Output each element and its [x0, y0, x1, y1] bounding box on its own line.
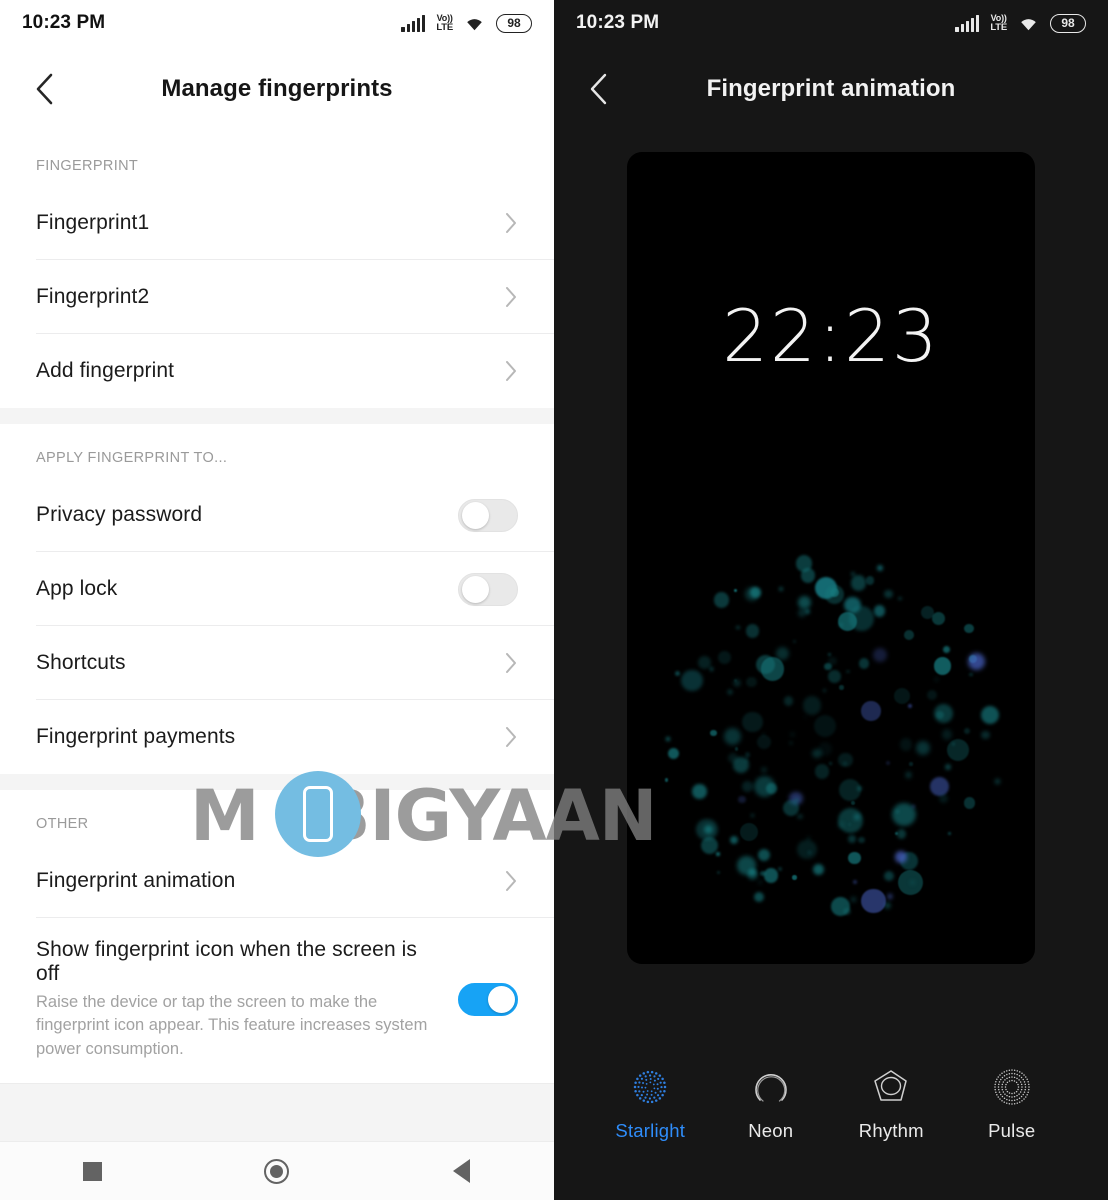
- lockscreen-preview-card: 22:23: [627, 152, 1035, 964]
- show-fingerprint-icon-toggle[interactable]: [458, 983, 518, 1017]
- list-item-label: Add fingerprint: [36, 359, 175, 382]
- page-title: Fingerprint animation: [706, 75, 956, 102]
- rhythm-polygon-icon: [868, 1064, 914, 1110]
- list-item-shortcuts[interactable]: Shortcuts: [0, 626, 554, 700]
- volte-icon: Vo)) LTE: [990, 13, 1007, 33]
- animation-preview-area: 22:23: [554, 132, 1108, 1050]
- status-bar-time: 10:23 PM: [576, 12, 660, 33]
- starlight-dots-icon: [627, 1064, 673, 1110]
- privacy-password-toggle[interactable]: [458, 498, 518, 532]
- back-button[interactable]: [369, 1159, 554, 1183]
- status-bar-icons: Vo)) LTE 98: [401, 13, 532, 33]
- list-bottom-spacer: [0, 1083, 554, 1142]
- section-header: OTHER: [36, 816, 89, 832]
- page-title: Manage fingerprints: [161, 75, 393, 102]
- square-recents-icon: [82, 1161, 102, 1181]
- animation-option-starlight[interactable]: Starlight: [598, 1064, 702, 1142]
- volte-bottom-label: LTE: [436, 22, 453, 33]
- list-item-label: Privacy password: [36, 503, 203, 526]
- animation-option-label: Pulse: [988, 1120, 1036, 1141]
- app-bar-left: Manage fingerprints: [0, 46, 554, 132]
- neon-arc-icon: [748, 1064, 794, 1110]
- manage-fingerprints-screen: 10:23 PM Vo)) LTE 98 Manage fingerprints…: [0, 0, 554, 1200]
- battery-indicator: 98: [496, 13, 532, 33]
- pulse-rings-icon: [989, 1064, 1035, 1110]
- animation-option-pulse[interactable]: Pulse: [960, 1064, 1064, 1142]
- wifi-icon: [464, 15, 485, 31]
- section-divider: [0, 774, 554, 790]
- list-item-app-lock[interactable]: App lock: [0, 552, 554, 626]
- triangle-back-icon: [453, 1159, 471, 1183]
- wifi-icon: [1018, 15, 1039, 31]
- status-bar-icons: Vo)) LTE 98: [955, 13, 1086, 33]
- animation-option-rhythm[interactable]: Rhythm: [839, 1064, 943, 1142]
- chevron-right-icon: [504, 359, 518, 383]
- status-bar-left: 10:23 PM Vo)) LTE 98: [0, 0, 554, 46]
- status-bar-right: 10:23 PM Vo)) LTE 98: [554, 0, 1108, 46]
- animation-option-label: Starlight: [615, 1120, 686, 1141]
- app-lock-toggle[interactable]: [458, 572, 518, 606]
- status-bar-time: 10:23 PM: [22, 12, 106, 33]
- chevron-right-icon: [504, 725, 518, 749]
- section-divider: [0, 408, 554, 424]
- home-button[interactable]: [185, 1158, 370, 1184]
- volte-bottom-label: LTE: [990, 22, 1007, 33]
- starlight-particles-animation: [627, 152, 1035, 964]
- chevron-right-icon: [504, 285, 518, 309]
- animation-options-row: Starlight Neon Rhythm Pulse: [554, 1050, 1108, 1200]
- signal-bars-icon: [401, 14, 426, 32]
- app-bar-right: Fingerprint animation: [554, 46, 1108, 132]
- settings-list[interactable]: FINGERPRINT Fingerprint1 Fingerprint2 Ad…: [0, 132, 554, 1142]
- list-item-fingerprint-animation[interactable]: Fingerprint animation: [0, 844, 554, 918]
- volte-icon: Vo)) LTE: [436, 13, 453, 33]
- list-item-label: Fingerprint payments: [36, 725, 236, 748]
- list-item-privacy-password[interactable]: Privacy password: [0, 478, 554, 552]
- list-item-label: Shortcuts: [36, 651, 126, 674]
- recents-button[interactable]: [0, 1161, 185, 1181]
- back-chevron-icon[interactable]: [30, 73, 60, 105]
- android-nav-bar: [0, 1142, 554, 1200]
- list-item-fingerprint1[interactable]: Fingerprint1: [0, 186, 554, 260]
- chevron-right-icon: [504, 651, 518, 675]
- animation-option-label: Rhythm: [858, 1120, 924, 1141]
- back-chevron-icon[interactable]: [584, 73, 614, 105]
- list-item-description: Raise the device or tap the screen to ma…: [36, 993, 428, 1058]
- chevron-right-icon: [504, 211, 518, 235]
- fingerprint-animation-screen: 10:23 PM Vo)) LTE 98 Fingerprint animati…: [554, 0, 1108, 1200]
- list-item-label: Fingerprint2: [36, 285, 150, 308]
- section-header: FINGERPRINT: [36, 158, 139, 174]
- list-item-label: Fingerprint animation: [36, 869, 236, 892]
- animation-option-neon[interactable]: Neon: [719, 1064, 823, 1142]
- list-item-add-fingerprint[interactable]: Add fingerprint: [0, 334, 554, 408]
- signal-bars-icon: [955, 14, 980, 32]
- list-item-show-fingerprint-icon[interactable]: Show fingerprint icon when the screen is…: [0, 918, 554, 1084]
- list-item-label: App lock: [36, 577, 118, 600]
- list-item-label: Fingerprint1: [36, 211, 150, 234]
- animation-option-label: Neon: [748, 1120, 794, 1141]
- list-item-fingerprint-payments[interactable]: Fingerprint payments: [0, 700, 554, 774]
- section-fingerprint: FINGERPRINT Fingerprint1 Fingerprint2 Ad…: [0, 132, 554, 408]
- chevron-right-icon: [504, 869, 518, 893]
- list-item-label: Show fingerprint icon when the screen is…: [36, 938, 418, 985]
- circle-home-icon: [264, 1158, 290, 1184]
- section-other: OTHER Fingerprint animation Show fingerp…: [0, 790, 554, 1084]
- section-apply-fingerprint-to: APPLY FINGERPRINT TO... Privacy password…: [0, 424, 554, 774]
- list-item-fingerprint2[interactable]: Fingerprint2: [0, 260, 554, 334]
- screenshot-root: 10:23 PM Vo)) LTE 98 Manage fingerprints…: [0, 0, 1108, 1200]
- battery-indicator: 98: [1050, 13, 1086, 33]
- section-header: APPLY FINGERPRINT TO...: [36, 450, 228, 466]
